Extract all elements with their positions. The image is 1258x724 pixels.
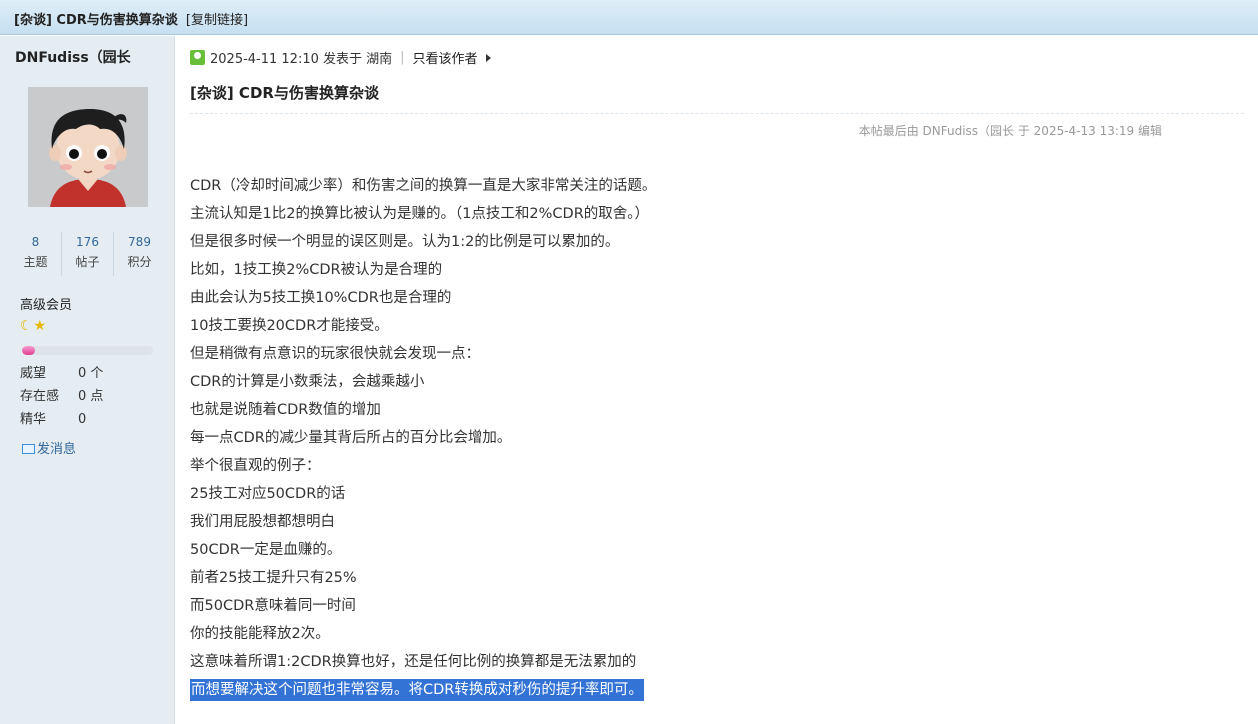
send-message-label: 发消息	[37, 442, 77, 457]
info-digest-key: 精华	[20, 412, 47, 427]
envelope-icon	[22, 444, 35, 454]
triangle-right-icon[interactable]	[485, 53, 491, 62]
stat-points-label: 积分	[127, 255, 152, 269]
author-name[interactable]: DNFudiss（园长	[15, 47, 131, 67]
avatar[interactable]	[28, 87, 148, 207]
post-line: 你的技能能释放2次。	[190, 626, 330, 642]
post-line: 每一点CDR的减少量其背后所占的百分比会增加。	[190, 430, 512, 446]
info-prestige-key: 威望	[20, 366, 47, 381]
edit-note: 本帖最后由 DNFudiss（园长 于 2025-4-13 13:19 编辑	[858, 124, 1162, 138]
stat-points[interactable]: 789 积分	[114, 232, 165, 276]
copy-link-button[interactable]: [复制链接]	[186, 13, 248, 28]
post-line: 也就是说随着CDR数值的增加	[190, 402, 381, 418]
post-line: 10技工要换20CDR才能接受。	[190, 318, 389, 334]
post-line: 而50CDR意味着同一时间	[190, 598, 356, 614]
rank-progress-bar	[22, 346, 153, 355]
divider	[190, 113, 1244, 114]
post-line: 举个很直观的例子：	[190, 458, 321, 474]
post-line: 前者25技工提升只有25%	[190, 570, 357, 586]
info-digest-value: 0	[78, 412, 87, 427]
meta-separator: |	[400, 50, 405, 65]
info-presence-value: 0 点	[78, 389, 104, 404]
stat-posts-count: 176	[76, 235, 99, 249]
info-digest: 精华 0	[20, 408, 86, 427]
post-line: 比如，1技工换2%CDR被认为是合理的	[190, 262, 443, 278]
author-stats: 8 主题 176 帖子 789 积分	[10, 232, 165, 276]
stat-posts[interactable]: 176 帖子	[62, 232, 114, 276]
online-status-icon	[190, 50, 205, 65]
info-presence-key: 存在感	[20, 389, 60, 404]
thread-header: [杂谈] CDR与伤害换算杂谈 [复制链接]	[0, 0, 1258, 35]
author-sidebar: DNFudiss（园长 8 主题 176 帖子 789 积分 高级会员 ☾★ 威…	[0, 36, 175, 724]
rank-progress-fill	[22, 346, 36, 355]
info-presence: 存在感 0 点	[20, 385, 103, 404]
post-line-selected: 而想要解决这个问题也非常容易。将CDR转换成对秒伤的提升率即可。	[190, 676, 1090, 704]
post-line: 这意味着所谓1:2CDR换算也好，还是任何比例的换算都是无法累加的	[190, 654, 637, 670]
post-line: 25技工对应50CDR的话	[190, 486, 346, 502]
post-date-location: 2025-4-11 12:10 发表于 湖南	[210, 52, 393, 67]
send-message-link[interactable]: 发消息	[22, 438, 76, 457]
only-author-link[interactable]: 只看该作者	[413, 48, 478, 67]
post-meta: 2025-4-11 12:10 发表于 湖南 | 只看该作者	[190, 48, 491, 67]
post-line: 但是很多时候一个明显的误区则是。认为1:2的比例是可以累加的。	[190, 234, 620, 250]
stat-topics-label: 主题	[23, 255, 48, 269]
avatar-image	[28, 87, 148, 207]
info-prestige: 威望 0 个	[20, 362, 103, 381]
stat-posts-label: 帖子	[75, 255, 100, 269]
post-body: CDR（冷却时间减少率）和伤害之间的换算一直是大家非常关注的话题。 主流认知是1比…	[190, 172, 1090, 704]
post-line: 但是稍微有点意识的玩家很快就会发现一点：	[190, 346, 480, 362]
post-line: 由此会认为5技工换10%CDR也是合理的	[190, 290, 452, 306]
stat-points-count: 789	[128, 235, 151, 249]
stat-topics-count: 8	[31, 235, 40, 249]
post-content: 2025-4-11 12:10 发表于 湖南 | 只看该作者 [杂谈] CDR与…	[176, 36, 1258, 724]
info-prestige-value: 0 个	[78, 366, 104, 381]
stat-topics[interactable]: 8 主题	[10, 232, 62, 276]
post-line: CDR（冷却时间减少率）和伤害之间的换算一直是大家非常关注的话题。	[190, 178, 657, 194]
post-line: CDR的计算是小数乘法，会越乘越小	[190, 374, 425, 390]
post-title: [杂谈] CDR与伤害换算杂谈	[190, 84, 379, 102]
member-rank[interactable]: 高级会员	[20, 294, 72, 313]
rank-moon-star-icon: ☾★	[20, 318, 48, 334]
selected-text: 而想要解决这个问题也非常容易。将CDR转换成对秒伤的提升率即可。	[190, 679, 644, 701]
thread-title: [杂谈] CDR与伤害换算杂谈	[14, 13, 178, 28]
post-line: 主流认知是1比2的换算比被认为是赚的。（1点技工和2%CDR的取舍。）	[190, 206, 650, 222]
post-line: 50CDR一定是血赚的。	[190, 542, 342, 558]
post-line: 我们用屁股想都想明白	[190, 514, 335, 530]
